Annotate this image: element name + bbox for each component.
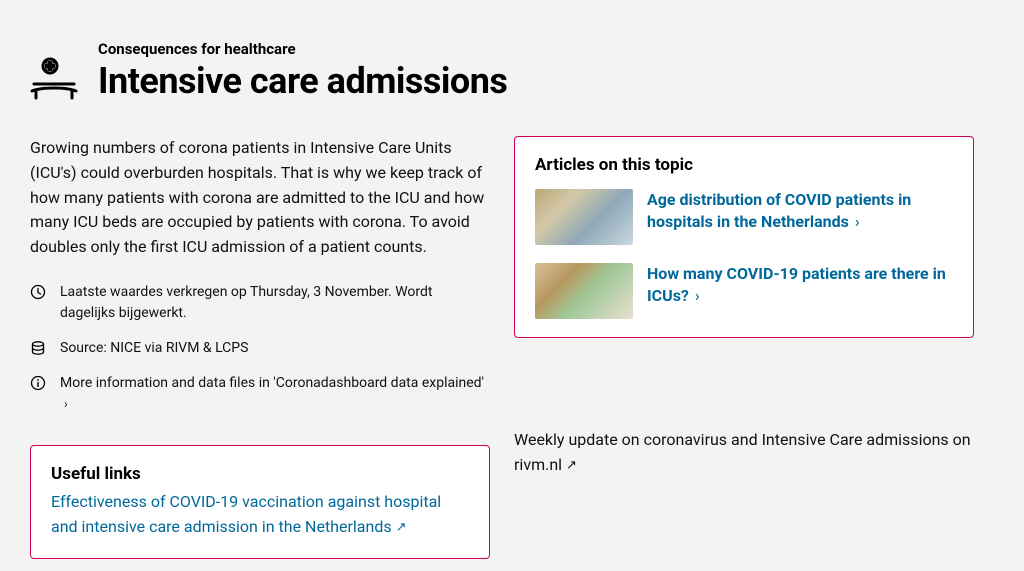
info-icon xyxy=(30,375,46,391)
page-header: Consequences for healthcare Intensive ca… xyxy=(30,40,994,108)
useful-link[interactable]: Effectiveness of COVID-19 vaccination ag… xyxy=(51,490,469,540)
meta-updated-text: Laatste waardes verkregen op Thursday, 3… xyxy=(60,282,490,324)
articles-title: Articles on this topic xyxy=(535,155,953,175)
database-icon xyxy=(30,340,46,356)
hospital-bed-icon xyxy=(30,56,78,108)
meta-more-info[interactable]: More information and data files in 'Coro… xyxy=(30,373,490,415)
chevron-right-icon: › xyxy=(855,212,860,231)
meta-updated: Laatste waardes verkregen op Thursday, 3… xyxy=(30,282,490,324)
article-thumbnail xyxy=(535,263,633,319)
meta-source-text: Source: NICE via RIVM & LCPS xyxy=(60,338,248,359)
article-item[interactable]: Age distribution of COVID patients in ho… xyxy=(535,189,953,245)
external-link-icon: ↗ xyxy=(566,456,577,476)
meta-list: Laatste waardes verkregen op Thursday, 3… xyxy=(30,282,490,415)
weekly-update-link[interactable]: Weekly update on coronavirus and Intensi… xyxy=(514,428,974,478)
useful-links-card: Useful links Effectiveness of COVID-19 v… xyxy=(30,445,490,559)
chevron-right-icon: › xyxy=(695,286,700,305)
page-title: Intensive care admissions xyxy=(98,60,507,102)
external-link-icon: ↗ xyxy=(396,518,407,538)
article-link[interactable]: Age distribution of COVID patients in ho… xyxy=(647,189,953,245)
article-thumbnail xyxy=(535,189,633,245)
clock-icon xyxy=(30,284,46,300)
useful-links-title: Useful links xyxy=(51,464,469,484)
article-link[interactable]: How many COVID-19 patients are there in … xyxy=(647,263,953,319)
article-item[interactable]: How many COVID-19 patients are there in … xyxy=(535,263,953,319)
meta-source: Source: NICE via RIVM & LCPS xyxy=(30,338,490,359)
intro-paragraph: Growing numbers of corona patients in In… xyxy=(30,136,490,260)
articles-card: Articles on this topic Age distribution … xyxy=(514,136,974,338)
meta-more-info-text: More information and data files in 'Coro… xyxy=(60,373,490,415)
category-label: Consequences for healthcare xyxy=(98,40,507,58)
chevron-right-icon: › xyxy=(64,395,68,413)
